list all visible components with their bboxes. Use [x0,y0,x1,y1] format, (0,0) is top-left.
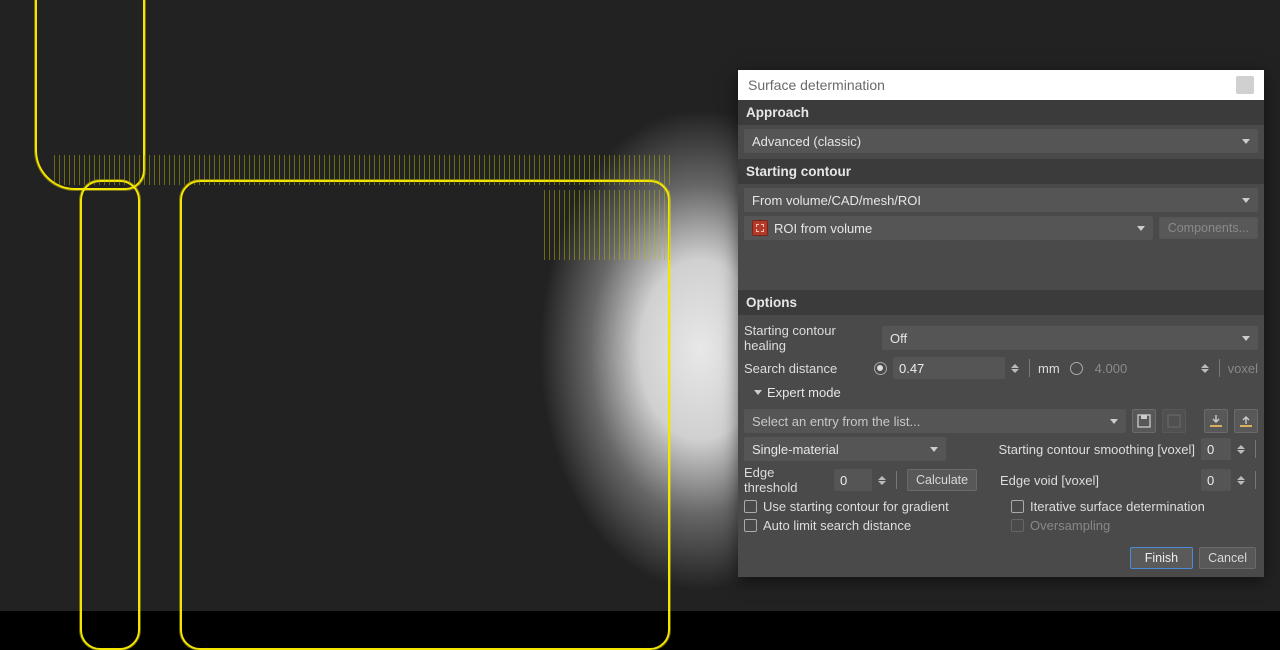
edge-threshold-label: Edge threshold [744,465,828,495]
voxel-spinner[interactable] [1201,364,1211,373]
chevron-down-icon [930,447,938,452]
edge-void-spinner[interactable] [1237,476,1247,485]
chevron-down-icon [1137,226,1145,231]
roi-value: ROI from volume [774,221,872,236]
voxel-unit: voxel [1228,361,1258,376]
divider [1029,359,1030,377]
search-distance-mm-input[interactable] [893,357,1005,379]
approach-value: Advanced (classic) [752,134,861,149]
search-distance-label: Search distance [744,361,868,376]
chevron-down-icon [1110,419,1118,424]
chevron-down-icon [754,390,762,395]
delete-preset-icon [1162,409,1186,433]
surface-determination-dialog: Surface determination Approach Advanced … [738,70,1264,577]
roi-icon [752,220,768,236]
dialog-title: Surface determination [748,77,885,93]
starting-contour-header: Starting contour [738,159,1264,184]
divider [1219,359,1220,377]
hatch-overlay [50,155,670,185]
dialog-titlebar[interactable]: Surface determination [738,70,1264,100]
chevron-down-icon [1242,198,1250,203]
auto-limit-checkbox[interactable] [744,519,757,532]
healing-label: Starting contour healing [744,323,876,353]
smoothing-input[interactable] [1201,438,1231,460]
save-preset-icon[interactable] [1132,409,1156,433]
use-gradient-checkbox[interactable] [744,500,757,513]
cancel-button[interactable]: Cancel [1199,547,1256,569]
starting-contour-source-value: From volume/CAD/mesh/ROI [752,193,921,208]
healing-value: Off [890,331,907,346]
iterative-checkbox[interactable] [1011,500,1024,513]
material-mode-value: Single-material [752,442,839,457]
entry-placeholder: Select an entry from the list... [752,414,920,429]
approach-header: Approach [738,100,1264,125]
edge-void-input[interactable] [1201,469,1231,491]
smoothing-label: Starting contour smoothing [voxel] [998,442,1195,457]
expert-mode-label: Expert mode [767,385,841,400]
mm-spinner[interactable] [1011,364,1021,373]
material-mode-dropdown[interactable]: Single-material [744,437,946,461]
edge-threshold-input[interactable] [834,469,872,491]
edge-void-label: Edge void [voxel] [1000,473,1099,488]
healing-dropdown[interactable]: Off [882,326,1258,350]
search-distance-mm-radio[interactable] [874,362,887,375]
divider [896,471,897,489]
export-icon[interactable] [1234,409,1258,433]
use-gradient-label: Use starting contour for gradient [763,499,949,514]
search-distance-voxel-input [1089,357,1195,379]
starting-contour-source-dropdown[interactable]: From volume/CAD/mesh/ROI [744,188,1258,212]
contour-overlay [80,180,140,650]
oversampling-label: Oversampling [1030,518,1258,533]
divider [1255,440,1256,458]
dialog-footer: Finish Cancel [738,539,1264,577]
chevron-down-icon [1242,139,1250,144]
roi-dropdown[interactable]: ROI from volume [744,216,1153,240]
entry-dropdown[interactable]: Select an entry from the list... [744,409,1126,433]
components-button[interactable]: Components... [1159,217,1258,239]
edge-threshold-spinner[interactable] [878,476,888,485]
search-distance-voxel-radio[interactable] [1070,362,1083,375]
chevron-down-icon [1242,336,1250,341]
smoothing-spinner[interactable] [1237,445,1247,454]
options-header: Options [738,290,1264,315]
calculate-button[interactable]: Calculate [907,469,977,491]
auto-limit-label: Auto limit search distance [763,518,911,533]
hatch-overlay [540,190,670,260]
iterative-label: Iterative surface determination [1030,499,1258,514]
import-icon[interactable] [1204,409,1228,433]
mm-unit: mm [1038,361,1060,376]
divider [1255,471,1256,489]
finish-button[interactable]: Finish [1130,547,1193,569]
oversampling-checkbox [1011,519,1024,532]
approach-dropdown[interactable]: Advanced (classic) [744,129,1258,153]
close-icon[interactable] [1236,76,1254,94]
expert-mode-toggle[interactable]: Expert mode [744,379,1258,406]
